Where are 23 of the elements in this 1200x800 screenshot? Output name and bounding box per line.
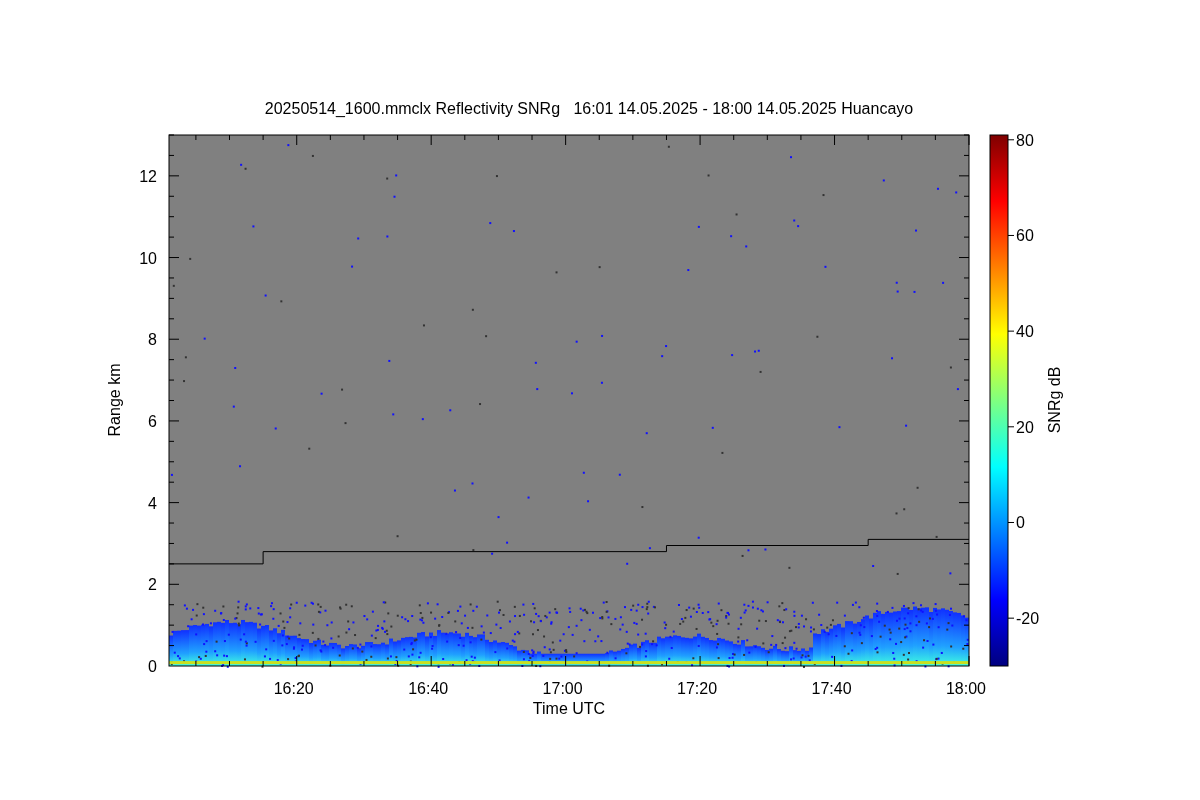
x-tick-label: 16:40 xyxy=(408,680,449,697)
color-scale-tick-label: 60 xyxy=(1016,227,1034,245)
plot-title: 20250514_1600.mmclx Reflectivity SNRg 16:01 14.05.2025 - 18:00 14.05.2025 Huancayo xyxy=(264,100,914,117)
x-tick-label: 17:20 xyxy=(677,680,718,697)
color-scale-tick-label: 20 xyxy=(1016,418,1034,436)
y-tick-label: 0 xyxy=(148,658,157,675)
x-tick-label: 18:00 xyxy=(946,680,986,697)
y-tick-label: 4 xyxy=(148,494,157,512)
color-scale-tick-label: 80 xyxy=(1016,131,1034,149)
x-tick-label: 16:20 xyxy=(273,680,314,697)
y-axis-label: Range km xyxy=(106,363,123,437)
y-tick-label: 8 xyxy=(148,331,157,349)
y-tick-label: 12 xyxy=(139,167,157,185)
color-scale-tick-label: -20 xyxy=(1016,610,1040,628)
color-scale-tick-label: 40 xyxy=(1016,323,1034,341)
y-tick-label: 6 xyxy=(148,412,157,430)
x-axis-label: Time UTC xyxy=(532,700,606,717)
x-tick-label: 17:00 xyxy=(542,680,583,697)
y-tick-label: 10 xyxy=(139,249,157,267)
color-scale-tick-label: 0 xyxy=(1016,514,1025,532)
x-tick-label: 17:40 xyxy=(811,680,852,697)
color-scale-label: SNRg dB xyxy=(1046,366,1063,434)
y-tick-label: 2 xyxy=(148,576,157,594)
